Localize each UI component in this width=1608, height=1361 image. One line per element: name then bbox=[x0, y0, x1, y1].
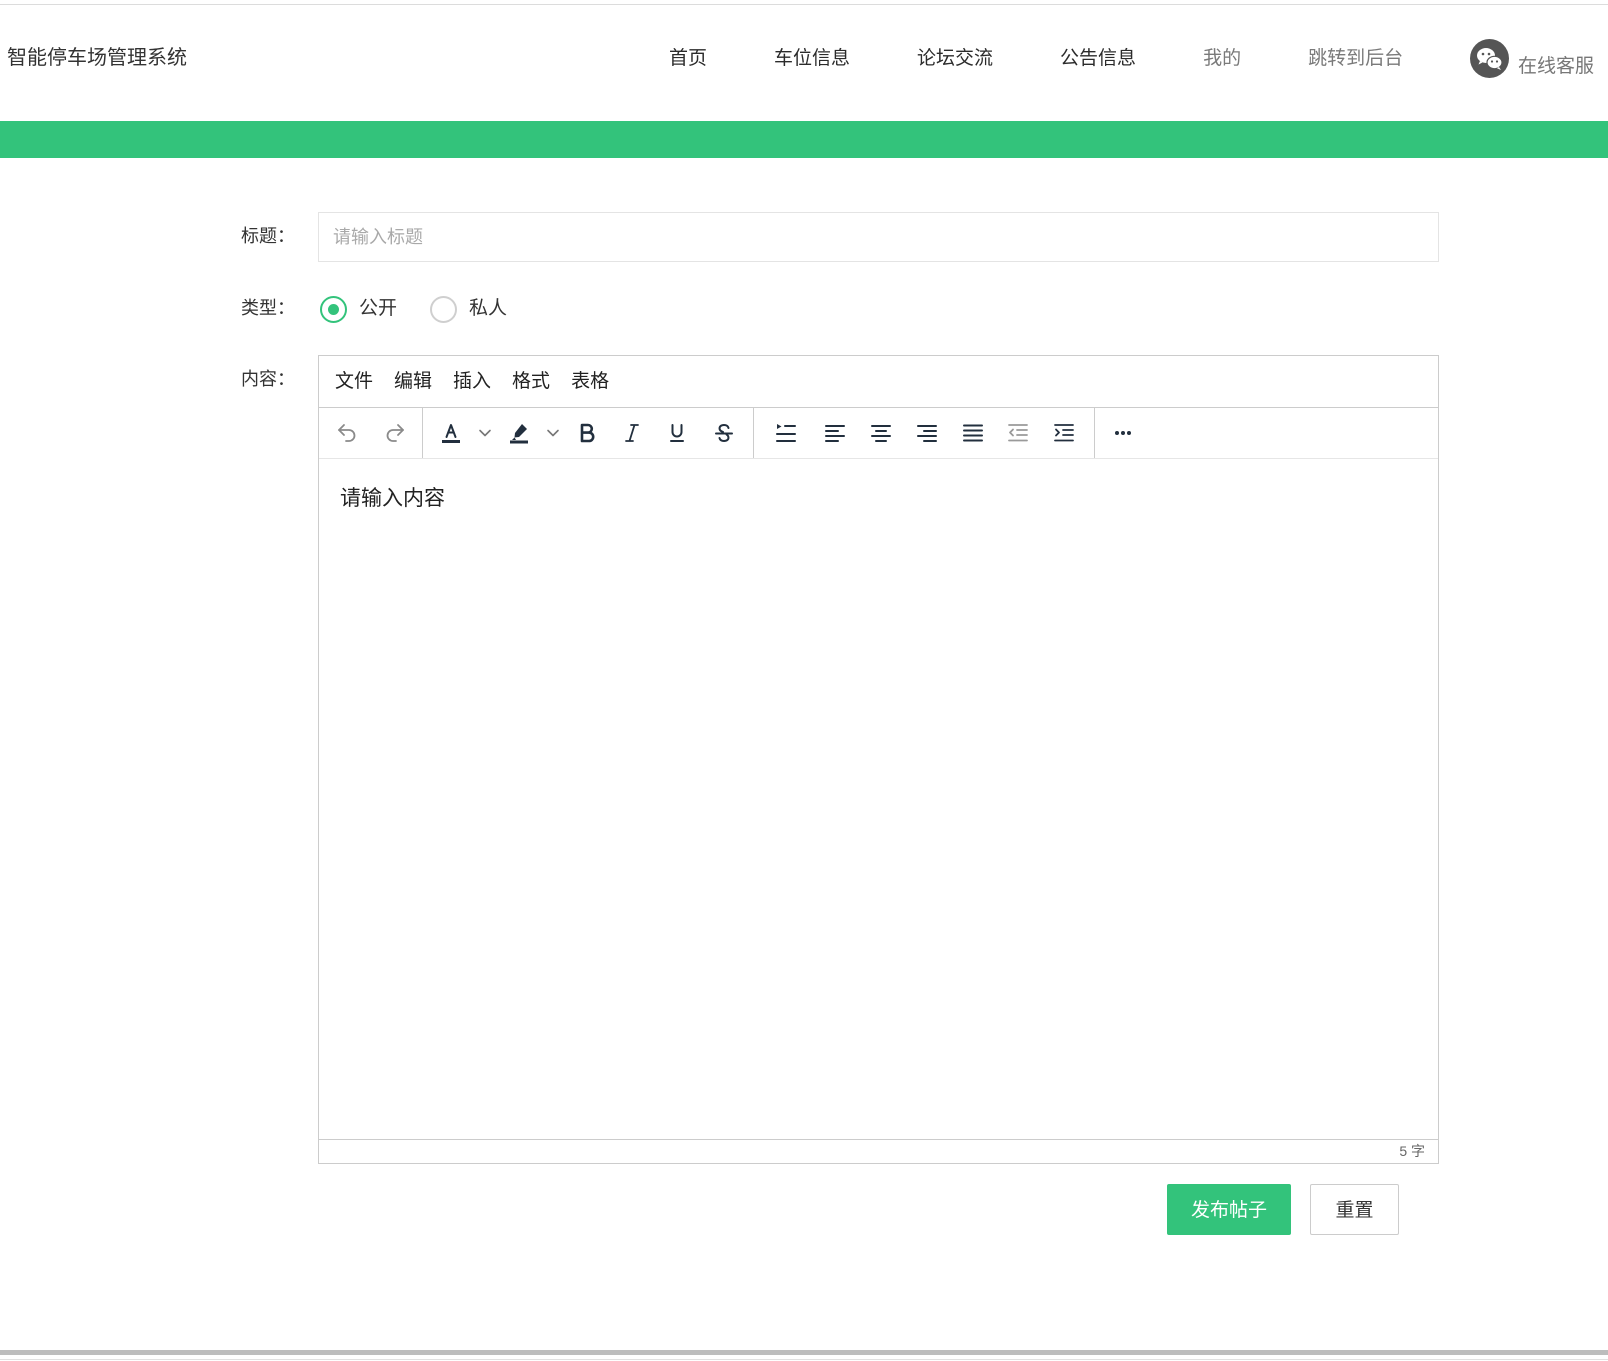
nav-item-parking-spaces[interactable]: 车位信息 bbox=[774, 47, 850, 71]
menu-insert[interactable]: 插入 bbox=[453, 369, 491, 394]
font-color-icon[interactable] bbox=[435, 417, 467, 449]
reset-button[interactable]: 重置 bbox=[1310, 1184, 1399, 1235]
nav-item-admin[interactable]: 跳转到后台 bbox=[1308, 47, 1403, 71]
nav-item-home[interactable]: 首页 bbox=[669, 47, 707, 71]
nav-item-announcements[interactable]: 公告信息 bbox=[1060, 47, 1136, 71]
nav-item-forum[interactable]: 论坛交流 bbox=[917, 47, 993, 71]
strikethrough-icon[interactable] bbox=[708, 417, 740, 449]
menu-edit[interactable]: 编辑 bbox=[394, 369, 432, 394]
editor-statusbar: 5 字 bbox=[319, 1139, 1438, 1163]
align-right-icon[interactable] bbox=[911, 417, 943, 449]
undo-icon[interactable] bbox=[331, 417, 363, 449]
radio-public-label[interactable]: 公开 bbox=[359, 297, 397, 321]
editor-toolbar bbox=[319, 408, 1438, 459]
align-justify-icon[interactable] bbox=[957, 417, 989, 449]
title-label: 标题： bbox=[241, 226, 295, 246]
nav-item-mine[interactable]: 我的 bbox=[1203, 47, 1241, 71]
rich-text-editor: 文件 编辑 插入 格式 表格 请输入内容 5 字 bbox=[318, 355, 1439, 1164]
radio-private-label[interactable]: 私人 bbox=[469, 297, 507, 321]
radio-private[interactable] bbox=[430, 296, 457, 323]
editor-content-text[interactable]: 请输入内容 bbox=[340, 485, 445, 513]
align-left-icon[interactable] bbox=[819, 417, 851, 449]
highlight-color-icon[interactable] bbox=[503, 417, 535, 449]
redo-icon[interactable] bbox=[379, 417, 411, 449]
chevron-down-icon[interactable] bbox=[546, 426, 560, 440]
bottom-divider bbox=[0, 1359, 1608, 1360]
banner-bar bbox=[0, 121, 1608, 158]
more-icon[interactable] bbox=[1107, 417, 1139, 449]
site-logo[interactable]: 智能停车场管理系统 bbox=[7, 46, 187, 70]
align-center-icon[interactable] bbox=[865, 417, 897, 449]
title-input[interactable] bbox=[318, 212, 1439, 262]
toolbar-divider bbox=[1094, 408, 1095, 458]
wechat-icon[interactable] bbox=[1470, 39, 1509, 78]
outdent-icon[interactable] bbox=[1002, 417, 1034, 449]
menu-file[interactable]: 文件 bbox=[335, 369, 373, 394]
menu-table[interactable]: 表格 bbox=[571, 369, 609, 394]
menu-format[interactable]: 格式 bbox=[512, 369, 550, 394]
underline-icon[interactable] bbox=[661, 417, 693, 449]
bold-icon[interactable] bbox=[571, 417, 603, 449]
word-count: 5 字 bbox=[1399, 1143, 1425, 1159]
toolbar-divider bbox=[422, 408, 423, 458]
main-nav: 首页 车位信息 论坛交流 公告信息 我的 跳转到后台 bbox=[669, 47, 1403, 71]
chevron-down-icon[interactable] bbox=[478, 426, 492, 440]
italic-icon[interactable] bbox=[616, 417, 648, 449]
publish-post-button[interactable]: 发布帖子 bbox=[1167, 1184, 1291, 1235]
editor-content-area[interactable]: 请输入内容 bbox=[319, 459, 1438, 1139]
line-height-icon[interactable] bbox=[770, 417, 802, 449]
toolbar-divider bbox=[753, 408, 754, 458]
editor-menubar: 文件 编辑 插入 格式 表格 bbox=[319, 356, 1438, 408]
content-label: 内容： bbox=[241, 369, 295, 389]
page: 智能停车场管理系统 首页 车位信息 论坛交流 公告信息 我的 跳转到后台 在线客… bbox=[0, 0, 1608, 1361]
online-service-link[interactable]: 在线客服 bbox=[1518, 55, 1594, 79]
horizontal-scrollbar[interactable] bbox=[0, 1350, 1608, 1355]
radio-public[interactable] bbox=[320, 296, 347, 323]
radio-dot bbox=[328, 304, 339, 315]
top-border bbox=[0, 4, 1608, 5]
indent-icon[interactable] bbox=[1048, 417, 1080, 449]
type-label: 类型： bbox=[241, 298, 295, 318]
